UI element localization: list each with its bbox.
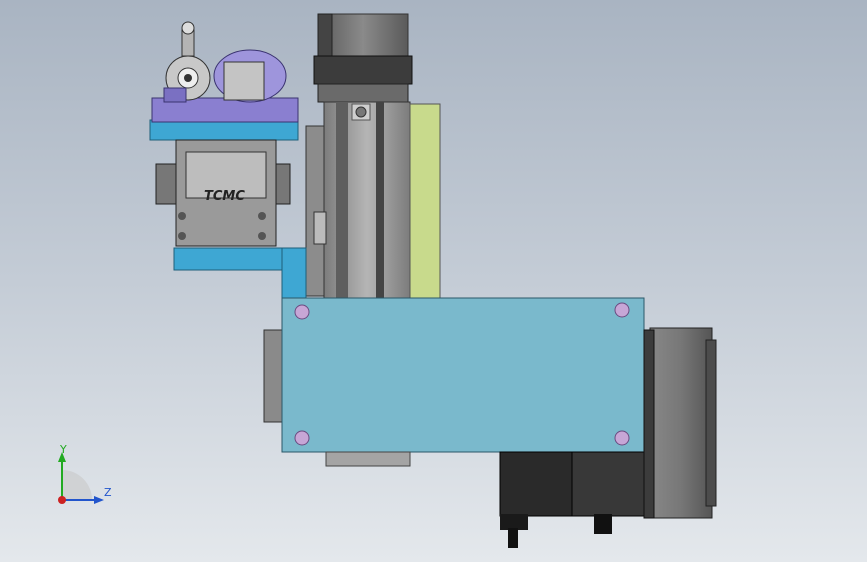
vertical-actuator[interactable]: [305, 101, 411, 299]
y-axis-label: Y: [60, 443, 67, 456]
x-axis-origin: [58, 496, 66, 504]
bolt-head: [294, 304, 310, 320]
brand-label: TCMC: [204, 189, 245, 204]
bolt-head: [294, 430, 310, 446]
assembly-model[interactable]: TCMC: [0, 0, 867, 562]
top-motor[interactable]: [313, 13, 413, 103]
guide-rail[interactable]: [409, 103, 441, 299]
main-plate[interactable]: [263, 297, 645, 467]
z-axis-label: Z: [104, 486, 112, 499]
clamp-assembly[interactable]: [151, 21, 299, 123]
cad-viewport[interactable]: TCMC Y Z: [0, 0, 867, 562]
bolt-head: [614, 430, 630, 446]
bolt-head: [614, 302, 630, 318]
